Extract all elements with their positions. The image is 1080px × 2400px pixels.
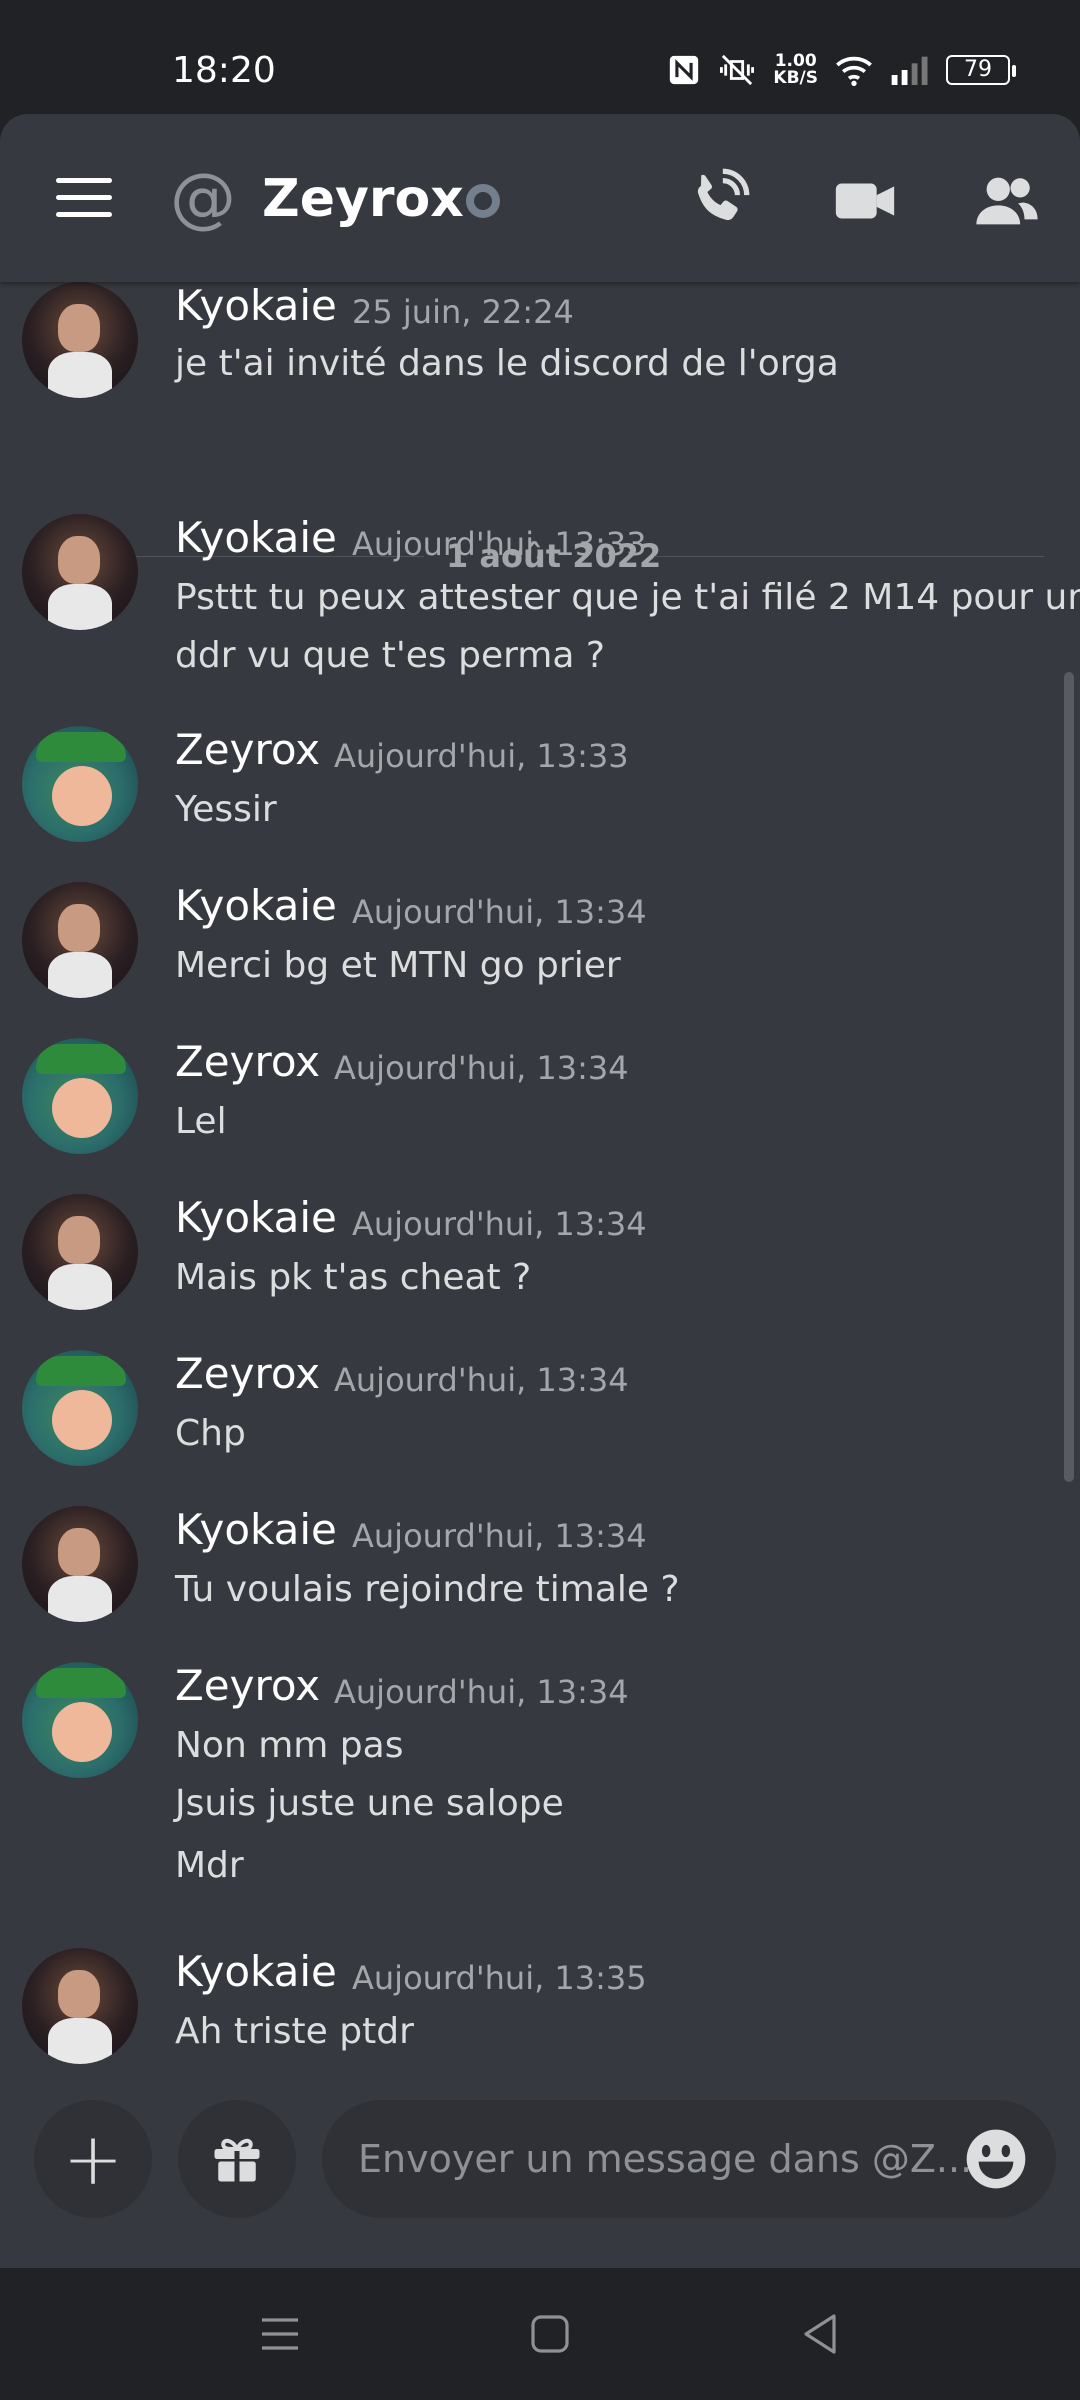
message-text: Non mm pas (175, 1725, 404, 1766)
menu-button[interactable] (56, 178, 112, 218)
message-author[interactable]: Kyokaie (175, 880, 337, 932)
add-attachment-button[interactable]: + (34, 2100, 152, 2218)
message-input-placeholder: Envoyer un message dans @Z... (358, 2137, 973, 2181)
status-time: 18:20 (172, 50, 276, 91)
message-text: Chp (175, 1413, 246, 1454)
back-icon[interactable] (796, 2310, 844, 2358)
video-icon (835, 183, 895, 219)
message-author[interactable]: Zeyrox (175, 1660, 320, 1712)
menu-icon[interactable] (256, 2310, 304, 2358)
status-bar: 18:20 1.00 KB/S 79 (0, 0, 1080, 116)
message-author[interactable]: Zeyrox (175, 1348, 320, 1400)
avatar[interactable] (22, 1038, 138, 1154)
members-icon (976, 177, 1038, 225)
message-text: je t'ai invité dans le discord de l'orga (175, 343, 839, 384)
vibrate-icon (720, 54, 755, 86)
message-timestamp: 25 juin, 22:24 (352, 293, 574, 331)
message-timestamp: Aujourd'hui, 13:34 (334, 1361, 629, 1399)
message-timestamp: Aujourd'hui, 13:34 (352, 1517, 647, 1555)
message-timestamp: Aujourd'hui, 13:34 (352, 1205, 647, 1243)
dm-screen: @ Zeyrox Kyokaie 25 juin, 22:24 je t'ai … (0, 114, 1080, 2268)
composer: + Envoyer un message dans @Z... (0, 2088, 1080, 2268)
message-list[interactable]: Kyokaie 25 juin, 22:24 je t'ai invité da… (0, 280, 1080, 2204)
nfc-icon (670, 55, 699, 85)
signal-icon (891, 56, 928, 85)
message-author[interactable]: Kyokaie (175, 512, 337, 564)
status-icons: 1.00 KB/S 79 (667, 50, 1016, 90)
message-author[interactable]: Kyokaie (175, 280, 337, 332)
message-text: Ah triste ptdr (175, 2011, 414, 2052)
offline-status-icon (466, 184, 500, 218)
avatar[interactable] (22, 282, 138, 398)
plus-icon: + (62, 2117, 124, 2201)
message-author[interactable]: Kyokaie (175, 1946, 337, 1998)
avatar[interactable] (22, 726, 138, 842)
message-author[interactable]: Kyokaie (175, 1192, 337, 1244)
message-author[interactable]: Zeyrox (175, 1036, 320, 1088)
avatar[interactable] (22, 1662, 138, 1778)
avatar[interactable] (22, 514, 138, 630)
net-speed: 1.00 KB/S (773, 51, 818, 88)
message-timestamp: Aujourd'hui, 13:34 (334, 1049, 629, 1087)
avatar[interactable] (22, 882, 138, 998)
avatar[interactable] (22, 1506, 138, 1622)
scrollbar[interactable] (1064, 672, 1074, 1482)
system-nav-bar (0, 2268, 1080, 2400)
call-button[interactable] (682, 166, 752, 236)
message-author[interactable]: Kyokaie (175, 1504, 337, 1556)
message-input[interactable]: Envoyer un message dans @Z... (322, 2100, 1056, 2218)
avatar[interactable] (22, 1948, 138, 2064)
at-icon: @ (170, 159, 236, 236)
avatar[interactable] (22, 1350, 138, 1466)
battery-icon: 79 (946, 55, 1016, 85)
message-text: Lel (175, 1101, 227, 1142)
wifi-icon (836, 56, 872, 86)
message-text: Mdr (175, 1845, 244, 1886)
message-author[interactable]: Zeyrox (175, 724, 320, 776)
channel-title[interactable]: Zeyrox (262, 164, 464, 234)
message-timestamp: Aujourd'hui, 13:34 (334, 1673, 629, 1711)
home-icon[interactable] (526, 2310, 574, 2358)
channel-header: @ Zeyrox (0, 114, 1080, 282)
message-text: Mais pk t'as cheat ? (175, 1257, 532, 1298)
call-icon (697, 168, 750, 221)
message-text: Yessir (175, 789, 277, 830)
message-text: Psttt tu peux attester que je t'ai filé … (175, 577, 1080, 618)
message-timestamp: Aujourd'hui, 13:33 (334, 737, 629, 775)
gift-button[interactable] (178, 2100, 296, 2218)
gift-icon (214, 2138, 260, 2182)
video-call-button[interactable] (830, 166, 900, 236)
message-timestamp: Aujourd'hui, 13:34 (352, 893, 647, 931)
members-button[interactable] (972, 166, 1042, 236)
message-text: ddr vu que t'es perma ? (175, 635, 605, 676)
avatar[interactable] (22, 1194, 138, 1310)
message-timestamp: Aujourd'hui, 13:35 (352, 1959, 647, 1997)
message-timestamp: Aujourd'hui, 13:33 (352, 525, 647, 563)
message-text: Tu voulais rejoindre timale ? (175, 1569, 680, 1610)
message-text: Merci bg et MTN go prier (175, 945, 621, 986)
emoji-icon[interactable] (964, 2127, 1028, 2191)
message-text: Jsuis juste une salope (175, 1783, 564, 1824)
